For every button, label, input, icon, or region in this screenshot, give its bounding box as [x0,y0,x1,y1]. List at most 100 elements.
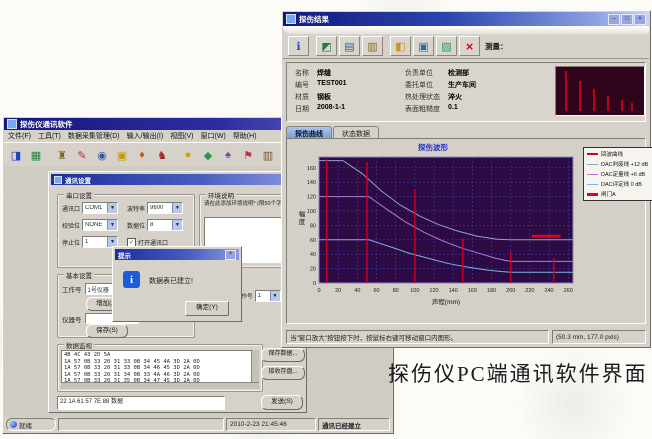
note-group-title: 环境说明 [206,190,236,200]
menu-item[interactable]: 数据采集管理(D) [68,131,120,141]
chevron-down-icon[interactable]: ▼ [270,291,280,301]
chevron-down-icon[interactable]: ▼ [172,220,182,230]
info-label: 负责单位 [405,68,440,78]
delete-icon[interactable]: × [459,36,480,56]
monitor-list[interactable]: 4B 4C 43 2D 5A1A 57 0B 33 20 31 33 0B 34… [61,350,252,383]
svg-text:80: 80 [310,223,316,229]
clock-icon[interactable]: ● [179,147,197,164]
result-window-titlebar[interactable]: 探伤结果 –□× [283,12,649,26]
menu-item[interactable]: 输入/输出(I) [127,131,164,141]
info-label: 日期 [295,104,309,114]
monitor-vscrollbar[interactable] [251,350,259,383]
measure-label: 测量： [485,41,508,52]
menu-item[interactable]: 帮助(H) [233,131,257,141]
legend-swatch [587,164,598,165]
info-value: 焊缝 [317,68,347,78]
chevron-down-icon[interactable]: ▼ [172,203,182,213]
receive-save-button[interactable]: 接收存盘... [261,366,305,380]
monitor-hscrollbar[interactable] [61,382,259,389]
menu-item[interactable]: 视图(V) [170,131,193,141]
message-box-close-button[interactable]: × [225,250,236,260]
database-icon[interactable]: ▣ [113,147,131,164]
serial-field-select[interactable]: 8▼ [147,219,183,231]
report-icon[interactable]: ♠ [219,147,237,164]
menu-item[interactable]: 工具(T) [38,131,61,141]
legend-swatch [587,153,598,155]
chevron-down-icon[interactable]: ▼ [107,203,117,213]
device-workno-select[interactable]: 1 ▼ [255,290,281,302]
upload-icon[interactable]: ♦ [133,147,151,164]
menu-item[interactable]: 文件(F) [8,131,31,141]
legend-label: 回波曲线 [601,150,623,158]
report-icon[interactable]: ▥ [362,36,383,56]
legend-swatch [587,174,598,175]
barrel-icon[interactable]: ◧ [390,36,411,56]
dialog-title: 通讯设置 [65,175,91,185]
svg-text:240: 240 [544,288,553,294]
chart-frame: 探伤波形 02040608010012014016018020022024026… [286,138,646,324]
maximize-button[interactable]: □ [621,14,633,25]
window-icon[interactable]: ▣ [413,36,434,56]
download-icon[interactable]: ♞ [153,147,171,164]
result-toolbar: 测量： ℹ ◩▤▥ ◧▣▧× [283,34,649,59]
serial-field-value: 1 [83,239,107,245]
info-icon[interactable]: ℹ [288,36,309,56]
save-icon[interactable]: ▤ [339,36,360,56]
desktop: 探伤仪通讯软件 – □ × 文件(F)工具(T)数据采集管理(D)输入/输出(I… [0,0,652,439]
info-column-2: 负责单位检测部委托单位生产车间热处理状态淬火表面粗糙度0.1 [405,68,476,114]
svg-text:100: 100 [410,288,419,294]
menu-item[interactable]: 窗口(W) [201,131,226,141]
monitor-group-title: 数据监视 [64,340,94,350]
alarm-icon[interactable]: ⚑ [239,147,257,164]
serial-field-select[interactable]: 9600▼ [147,202,183,214]
serial-field-label: 数据位 [127,221,145,230]
info-value: 2008-1-1 [317,104,347,114]
save-icon[interactable]: ✎ [73,147,91,164]
svg-text:200: 200 [506,288,515,294]
serial-field-select[interactable]: COM1▼ [82,202,118,214]
send-input[interactable]: 22 1A 61 57 7E 88 数据 [57,396,225,410]
svg-text:20: 20 [310,267,316,273]
statusbar-ready-label: 就绪 [19,420,32,430]
minimize-button[interactable]: – [608,14,620,25]
chevron-down-icon[interactable]: ▼ [107,220,117,230]
flaw-chart-svg: 0204060801001201401601802002202402600204… [295,151,579,317]
legend-item: DAC判废线 +12 dB [587,160,649,168]
info-value: 钢板 [317,92,347,102]
svg-text:20: 20 [335,288,341,294]
screenshot-caption: 探伤仪PC端通讯软件界面 [388,358,648,388]
table-icon[interactable]: ▥ [259,147,277,164]
info-column-1: 名称焊缝编号TEST001材质钢板日期2008-1-1 [295,68,347,114]
info-value: 0.1 [448,104,476,114]
send-button[interactable]: 发送(S) [261,395,303,410]
message-box-titlebar[interactable]: 提示 × [115,249,239,260]
legend-item: 闸门A [587,190,649,198]
save-button[interactable]: 保存(S) [86,324,128,338]
svg-text:40: 40 [310,252,316,258]
legend-item: DAC评定线 0 dB [587,180,649,188]
legend-label: DAC判废线 +12 dB [601,160,648,168]
open-file-icon[interactable]: ♜ [53,147,71,164]
connect-icon[interactable]: ◨ [7,147,25,164]
save-data-button[interactable]: 保存数据... [261,348,305,362]
serial-field-value: 9600 [148,205,172,211]
message-box-text: 数据表已建立! [149,276,193,286]
print-icon[interactable]: ◉ [93,147,111,164]
serial-field: 通讯口COM1▼ [62,202,127,214]
send-icon[interactable]: ◩ [316,36,337,56]
serial-field-select[interactable]: NONE▼ [82,219,118,231]
serial-field-label: 停止位 [62,238,80,247]
dialog-titlebar[interactable]: 通讯设置 × [51,174,304,185]
legend-swatch [587,193,598,196]
chart-icon[interactable]: ▧ [436,36,457,56]
close-button[interactable]: × [634,14,646,25]
legend-swatch [587,184,598,185]
ok-button[interactable]: 确定(Y) [185,301,229,316]
statusbar-time: 2010-2-23 21:45:46 [226,418,316,431]
svg-text:160: 160 [468,288,477,294]
legend-item: DAC定量线 +6 dB [587,170,649,178]
device-icon[interactable]: ▦ [27,147,45,164]
export-icon[interactable]: ◆ [199,147,217,164]
svg-text:220: 220 [525,288,534,294]
svg-text:60: 60 [310,238,316,244]
